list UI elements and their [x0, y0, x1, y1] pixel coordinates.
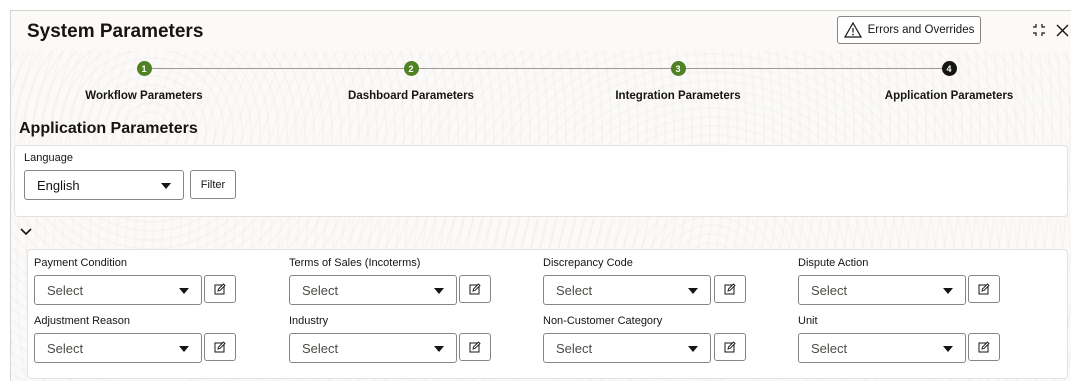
adjustment-reason-edit-button[interactable] — [204, 333, 236, 361]
field-label: Dispute Action — [798, 257, 869, 269]
select-value: Select — [47, 340, 84, 356]
select-value: Select — [302, 340, 339, 356]
caret-down-icon — [179, 288, 189, 294]
unit-edit-button[interactable] — [968, 333, 1000, 361]
errors-and-overrides-label: Errors and Overrides — [867, 24, 975, 36]
industry-edit-button[interactable] — [459, 333, 491, 361]
select-value: Select — [302, 282, 339, 298]
select-value: Select — [556, 282, 593, 298]
select-value: Select — [47, 282, 84, 298]
payment-condition-select[interactable]: Select — [34, 275, 202, 305]
adjustment-reason-select[interactable]: Select — [34, 333, 202, 363]
edit-icon — [724, 283, 736, 295]
dispute-action-edit-button[interactable] — [968, 275, 1000, 303]
terms-of-sales-edit-button[interactable] — [459, 275, 491, 303]
field-label: Discrepancy Code — [543, 257, 633, 269]
field-label: Payment Condition — [34, 257, 127, 269]
train-step-3[interactable]: 3 Integration Parameters — [578, 55, 778, 102]
language-label: Language — [24, 152, 73, 164]
step-badge: 2 — [403, 61, 419, 76]
step-badge: 3 — [670, 61, 686, 76]
edit-icon — [724, 341, 736, 353]
step-label: Workflow Parameters — [85, 90, 203, 102]
caret-down-icon — [943, 346, 953, 352]
step-badge: 1 — [136, 61, 152, 76]
warning-triangle-icon — [843, 22, 862, 38]
discrepancy-code-edit-button[interactable] — [714, 275, 746, 303]
select-value: Select — [811, 340, 848, 356]
page-title: System Parameters — [27, 21, 204, 42]
field-label: Unit — [798, 315, 818, 327]
close-icon[interactable] — [1056, 24, 1069, 37]
window-header: System Parameters Errors and Overrides — [11, 11, 1071, 51]
chevron-down-icon[interactable] — [18, 223, 34, 239]
errors-and-overrides-button[interactable]: Errors and Overrides — [837, 16, 981, 44]
caret-down-icon — [179, 346, 189, 352]
caret-down-icon — [161, 183, 171, 189]
edit-icon — [978, 341, 990, 353]
select-value: Select — [811, 282, 848, 298]
industry-select[interactable]: Select — [289, 333, 457, 363]
step-train: 1 Workflow Parameters 2 Dashboard Parame… — [11, 55, 1071, 115]
train-step-2[interactable]: 2 Dashboard Parameters — [311, 55, 511, 102]
train-step-4[interactable]: 4 Application Parameters — [849, 55, 1049, 102]
terms-of-sales-select[interactable]: Select — [289, 275, 457, 305]
edit-icon — [469, 283, 481, 295]
non-customer-category-select[interactable]: Select — [543, 333, 711, 363]
system-parameters-window: System Parameters Errors and Overrides 1… — [10, 10, 1071, 381]
non-customer-category-edit-button[interactable] — [714, 333, 746, 361]
step-label: Dashboard Parameters — [348, 90, 474, 102]
caret-down-icon — [688, 288, 698, 294]
collapse-icon[interactable] — [1032, 23, 1046, 37]
caret-down-icon — [688, 346, 698, 352]
language-filter-panel: Language English Filter — [14, 145, 1068, 217]
field-label: Adjustment Reason — [34, 315, 130, 327]
section-title: Application Parameters — [19, 120, 198, 137]
step-label: Application Parameters — [884, 90, 1014, 102]
discrepancy-code-select[interactable]: Select — [543, 275, 711, 305]
payment-condition-edit-button[interactable] — [204, 275, 236, 303]
step-badge: 4 — [941, 61, 957, 76]
field-label: Non-Customer Category — [543, 315, 663, 327]
filter-button[interactable]: Filter — [190, 170, 236, 199]
field-label: Industry — [289, 315, 329, 327]
field-label: Terms of Sales (Incoterms) — [289, 257, 421, 269]
language-select[interactable]: English — [24, 170, 184, 200]
edit-icon — [978, 283, 990, 295]
caret-down-icon — [943, 288, 953, 294]
edit-icon — [214, 341, 226, 353]
parameters-panel: Payment Condition Select Terms of Sales … — [27, 249, 1068, 379]
caret-down-icon — [434, 346, 444, 352]
unit-select[interactable]: Select — [798, 333, 966, 363]
step-label: Integration Parameters — [615, 90, 741, 102]
train-connector — [151, 68, 957, 69]
train-step-1[interactable]: 1 Workflow Parameters — [44, 55, 244, 102]
edit-icon — [214, 283, 226, 295]
language-select-value: English — [37, 177, 80, 193]
caret-down-icon — [434, 288, 444, 294]
select-value: Select — [556, 340, 593, 356]
dispute-action-select[interactable]: Select — [798, 275, 966, 305]
edit-icon — [469, 341, 481, 353]
